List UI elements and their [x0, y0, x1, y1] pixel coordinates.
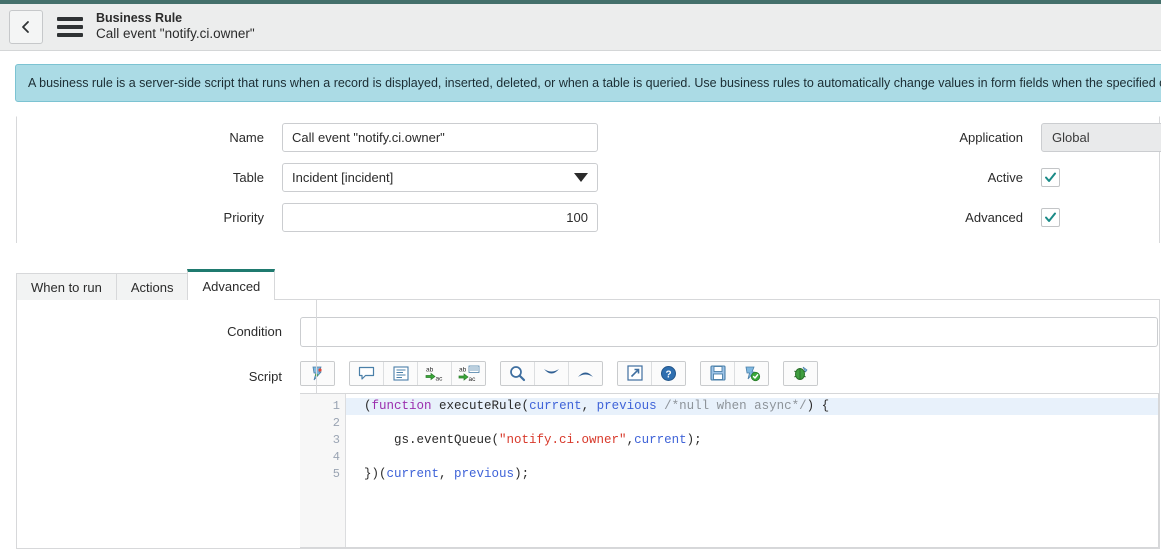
- record-form-panel: Name Table Incident [incident] Priority …: [16, 116, 1161, 243]
- checkmark-icon: [1044, 211, 1057, 224]
- field-row-advanced: Advanced: [647, 203, 1161, 232]
- record-type-label: Business Rule: [96, 10, 183, 25]
- form-column-right: Application Global Active Advanced: [647, 123, 1161, 243]
- name-input[interactable]: [282, 123, 598, 152]
- field-row-priority: Priority: [17, 203, 647, 232]
- record-title-block: Business Rule Call event "notify.ci.owne…: [96, 11, 255, 44]
- toolbar-group-snippet: [300, 360, 335, 386]
- field-row-active: Active: [647, 163, 1161, 192]
- priority-label: Priority: [223, 210, 264, 225]
- code-line-numbers: 1 2 3 4 5: [300, 394, 354, 547]
- field-row-application: Application Global: [647, 123, 1161, 152]
- code-line-1: (function executeRule(current, previous …: [346, 398, 1158, 415]
- svg-text:ab: ab: [426, 366, 434, 373]
- form-column-left: Name Table Incident [incident] Priority: [17, 123, 647, 243]
- field-row-script: Script ab ac ab ac ? 1 2 3 4 5 (function…: [17, 360, 1159, 548]
- application-value-readonly: Global: [1041, 123, 1161, 152]
- line-number: 4: [332, 450, 340, 464]
- code-content[interactable]: (function executeRule(current, previous …: [346, 394, 1158, 547]
- toolbar-group-edit: ab ac ab ac: [349, 360, 486, 386]
- active-label: Active: [987, 170, 1023, 185]
- info-banner: A business rule is a server-side script …: [15, 64, 1161, 102]
- svg-text:?: ?: [665, 369, 671, 380]
- chevron-left-icon: [19, 20, 33, 34]
- format-code-icon[interactable]: [384, 361, 418, 385]
- line-number: 2: [332, 416, 340, 430]
- table-select-value: Incident [incident]: [292, 170, 394, 185]
- table-label: Table: [232, 170, 264, 185]
- info-banner-wrap: A business rule is a server-side script …: [0, 51, 1161, 102]
- find-next-icon[interactable]: [535, 361, 569, 385]
- script-editor-toolbar: ab ac ab ac ?: [300, 360, 1159, 386]
- toolbar-group-view: ?: [617, 360, 686, 386]
- form-tabs-area: When to run Actions Advanced Condition S…: [16, 269, 1160, 549]
- svg-text:ac: ac: [468, 376, 476, 382]
- advanced-tab-panel: Condition Script ab ac ab ac ? 1 2 3 4 5…: [16, 299, 1160, 549]
- debug-bug-icon[interactable]: [784, 361, 817, 385]
- field-row-condition: Condition: [17, 317, 1159, 347]
- info-banner-text: A business rule is a server-side script …: [28, 76, 1161, 90]
- line-number: 5: [332, 467, 340, 481]
- field-row-table: Table Incident [incident]: [17, 163, 647, 192]
- toolbar-group-find: [500, 360, 603, 386]
- field-row-name: Name: [17, 123, 647, 152]
- chevron-down-icon: [574, 173, 588, 182]
- tab-when-to-run[interactable]: When to run: [16, 273, 117, 300]
- code-line-3: gs.eventQueue("notify.ci.owner",current)…: [364, 433, 702, 447]
- advanced-checkbox[interactable]: [1041, 208, 1060, 227]
- replace-all-icon[interactable]: ab ac: [452, 361, 485, 385]
- code-line-5: })(current, previous);: [364, 467, 530, 481]
- table-select[interactable]: Incident [incident]: [282, 163, 598, 192]
- svg-text:ac: ac: [435, 375, 443, 382]
- help-icon[interactable]: ?: [652, 361, 685, 385]
- search-icon[interactable]: [501, 361, 535, 385]
- toolbar-group-save: [700, 360, 769, 386]
- advanced-label: Advanced: [965, 210, 1023, 225]
- priority-input[interactable]: [282, 203, 598, 232]
- comment-icon[interactable]: [350, 361, 384, 385]
- back-button[interactable]: [9, 10, 43, 44]
- tab-actions[interactable]: Actions: [115, 273, 189, 300]
- line-number: 1: [300, 398, 354, 415]
- save-icon[interactable]: [701, 361, 735, 385]
- record-title: Call event "notify.ci.owner": [96, 26, 255, 42]
- tab-strip: When to run Actions Advanced: [16, 269, 1160, 300]
- application-label: Application: [959, 130, 1023, 145]
- script-label: Script: [248, 369, 282, 384]
- replace-icon[interactable]: ab ac: [418, 361, 452, 385]
- line-number: 3: [332, 433, 340, 447]
- checkmark-icon: [1044, 171, 1057, 184]
- script-editor-area: ab ac ab ac ? 1 2 3 4 5 (function execut…: [300, 360, 1159, 548]
- code-editor[interactable]: 1 2 3 4 5 (function executeRule(current,…: [300, 393, 1159, 548]
- app-header: Business Rule Call event "notify.ci.owne…: [0, 4, 1161, 51]
- script-snippet-icon[interactable]: [301, 361, 334, 385]
- name-label: Name: [229, 130, 264, 145]
- hamburger-menu-icon[interactable]: [57, 17, 83, 37]
- toolbar-group-debug: [783, 360, 818, 386]
- tab-advanced[interactable]: Advanced: [187, 269, 276, 300]
- syntax-check-icon[interactable]: [735, 361, 768, 385]
- condition-label: Condition: [227, 324, 282, 339]
- active-checkbox[interactable]: [1041, 168, 1060, 187]
- find-previous-icon[interactable]: [569, 361, 602, 385]
- condition-input[interactable]: [300, 317, 1158, 347]
- svg-text:ab: ab: [459, 366, 467, 373]
- fullscreen-icon[interactable]: [618, 361, 652, 385]
